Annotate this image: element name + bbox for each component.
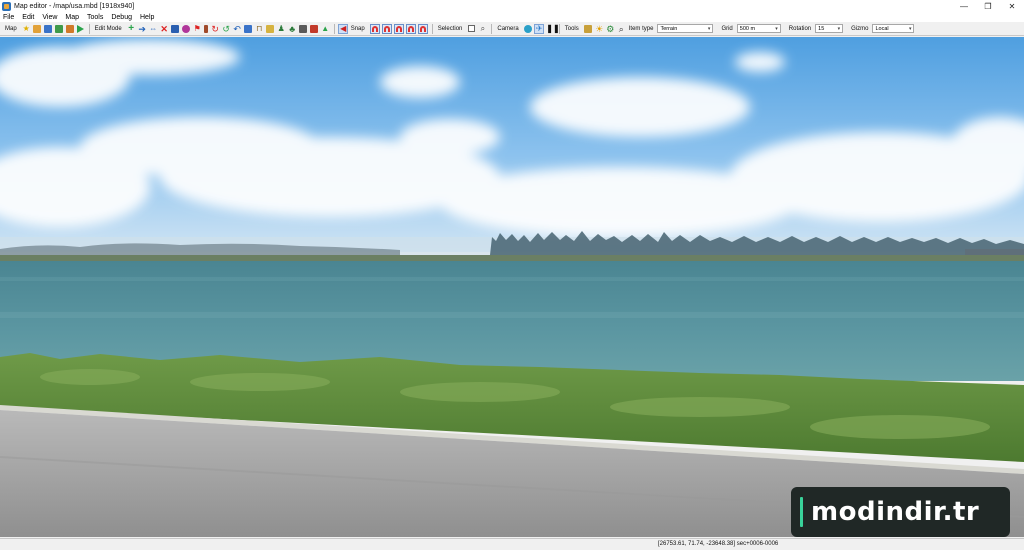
snap-magnet-3-icon[interactable] [393, 23, 404, 34]
building-icon[interactable] [299, 24, 308, 33]
camera-free-icon[interactable]: ✈ [534, 23, 545, 34]
snap-magnet-2-icon[interactable] [381, 23, 392, 34]
save-map-icon[interactable] [44, 24, 53, 33]
rotation-select[interactable]: 15 ▾ [815, 24, 844, 33]
road-icon[interactable] [266, 24, 275, 33]
window-title: Map editor - /map/usa.mbd [1918x940] [14, 2, 135, 10]
chevron-down-icon: ▾ [837, 25, 841, 32]
snap-label: Snap [350, 25, 365, 32]
main-toolbar: Map ★ Edit Mode + ➔ ⇔ ✕ ⚑ ↻ ↺ ↶ ⊓ ♟ ♣ ▲ … [0, 22, 1024, 36]
item-type-select[interactable]: Terrain ▾ [657, 24, 714, 33]
viewport-scene [0, 37, 1024, 537]
delete-item-icon[interactable]: ✕ [160, 24, 168, 33]
terrain-icon[interactable]: ▲ [321, 24, 329, 33]
menu-debug[interactable]: Debug [111, 14, 132, 21]
menu-help[interactable]: Help [140, 14, 154, 21]
menu-edit[interactable]: Edit [22, 14, 34, 21]
window-controls: — ❐ ✕ [952, 0, 1024, 12]
import-icon[interactable] [66, 24, 75, 33]
bench-icon[interactable]: ⊓ [255, 24, 263, 33]
menu-bar: File Edit View Map Tools Debug Help [0, 12, 1024, 22]
water-reflection [0, 312, 1024, 318]
chevron-down-icon: ▾ [775, 25, 778, 32]
add-item-icon[interactable]: + [127, 23, 135, 33]
snap-magnet-1-icon[interactable] [369, 23, 380, 34]
maximize-button[interactable]: ❐ [976, 0, 1000, 12]
camera-label: Camera [497, 25, 519, 32]
toolbar-separator [333, 23, 335, 34]
menu-tools[interactable]: Tools [87, 14, 103, 21]
chevron-down-icon: ▾ [908, 25, 912, 32]
selection-label: Selection [437, 25, 463, 32]
minimize-button[interactable]: — [952, 0, 976, 12]
vehicle-icon[interactable] [310, 24, 319, 33]
marker-icon[interactable] [204, 24, 209, 33]
menu-view[interactable]: View [42, 14, 57, 21]
undo-icon[interactable]: ↶ [233, 24, 241, 33]
map-toolbar-label: Map [5, 25, 17, 32]
watermark-accent [800, 497, 803, 527]
tools-box-icon[interactable] [584, 24, 593, 33]
color-icon[interactable] [182, 24, 191, 33]
tools-label: Tools [564, 25, 579, 32]
grid-select[interactable]: 500 m ▾ [736, 24, 781, 33]
grid-value: 500 m [739, 25, 756, 32]
snap-magnet-5-icon[interactable] [417, 23, 428, 34]
favorite-star-icon[interactable]: ★ [22, 24, 30, 33]
camera-coordinates: [26753.61, 71.74, -23648.38] sec+0006-00… [658, 541, 779, 547]
connect-item-icon[interactable]: ⇔ [149, 24, 157, 33]
layers-icon[interactable] [244, 24, 253, 33]
title-bar: Map editor - /map/usa.mbd [1918x940] — ❐… [0, 0, 1024, 12]
play-icon[interactable] [77, 24, 85, 33]
flag-icon[interactable]: ⚑ [193, 24, 201, 33]
toolbar-separator [431, 23, 433, 34]
map-viewport[interactable] [0, 37, 1024, 537]
item-type-value: Terrain [660, 25, 678, 32]
water-reflection [0, 277, 1024, 281]
chevron-down-icon: ▾ [707, 25, 711, 32]
sound-icon[interactable]: ◀ [338, 23, 349, 34]
close-button[interactable]: ✕ [1000, 0, 1024, 12]
toolbar-separator [88, 23, 90, 34]
search-icon[interactable]: ⌕ [617, 24, 625, 33]
grid-label: Grid [721, 25, 733, 32]
rotation-value: 15 [818, 25, 825, 32]
tree-icon[interactable]: ♣ [288, 24, 296, 33]
item-type-label: Item type [628, 25, 654, 32]
gizmo-label: Gizmo [851, 25, 869, 32]
snap-magnet-4-icon[interactable] [405, 23, 416, 34]
toolbar-separator [491, 23, 493, 34]
export-icon[interactable] [55, 24, 64, 33]
lasso-select-icon[interactable]: ⌕ [479, 24, 487, 33]
edit-mode-label: Edit Mode [94, 25, 122, 32]
camera-globe-icon[interactable] [524, 24, 533, 33]
rect-select-icon[interactable] [468, 25, 476, 32]
status-bar: [26753.61, 71.74, -23648.38] sec+0006-00… [0, 538, 1024, 550]
person-icon[interactable]: ♟ [277, 24, 285, 33]
gizmo-value: Local [875, 25, 889, 32]
rotate-icon[interactable]: ↻ [211, 24, 219, 33]
properties-icon[interactable] [171, 24, 180, 33]
open-map-icon[interactable] [33, 24, 42, 33]
watermark-badge: modindir.tr [791, 487, 1010, 537]
app-icon [2, 1, 11, 11]
move-item-icon[interactable]: ➔ [138, 24, 146, 33]
pause-icon[interactable]: ❚❚ [546, 24, 559, 33]
sun-icon[interactable]: ☀ [595, 24, 603, 33]
watermark-text: modindir.tr [811, 497, 980, 527]
gear-icon[interactable]: ⚙ [606, 24, 614, 33]
rotation-label: Rotation [788, 25, 812, 32]
menu-file[interactable]: File [3, 14, 14, 21]
refresh-icon[interactable]: ↺ [222, 24, 230, 33]
gizmo-select[interactable]: Local ▾ [872, 24, 915, 33]
menu-map[interactable]: Map [65, 14, 79, 21]
